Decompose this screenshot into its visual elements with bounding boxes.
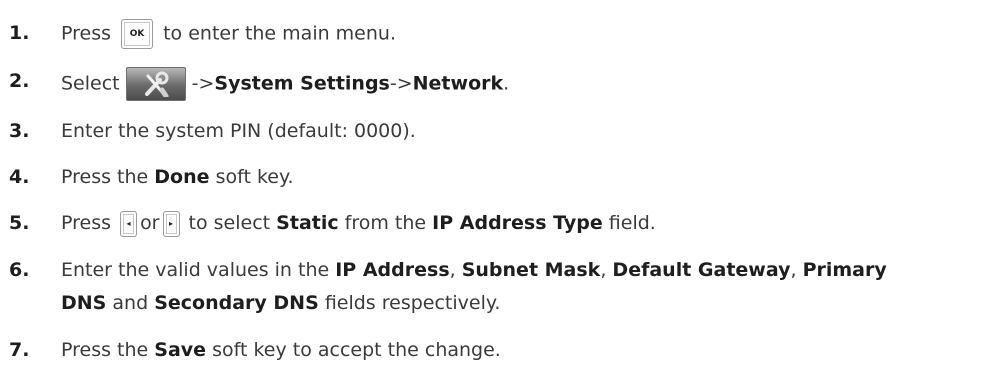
- subnet-mask-field-label: Subnet Mask: [461, 259, 601, 281]
- step-text: Press the: [61, 339, 149, 361]
- ip-address-field-label: IP Address: [335, 259, 450, 281]
- step-text: Press: [61, 22, 112, 45]
- step-text: Press the: [61, 166, 149, 188]
- ok-key-icon: OK: [121, 19, 154, 49]
- save-soft-key-label: Save: [154, 339, 207, 361]
- step-text: soft key to accept the change.: [212, 339, 501, 361]
- static-option-label: Static: [276, 212, 339, 234]
- left-arrow-key-icon: ◂: [120, 210, 138, 237]
- step-text: from the: [344, 212, 427, 234]
- step-text: Enter the system PIN (default: 0000).: [61, 120, 416, 142]
- secondary-dns-field-label: Secondary DNS: [154, 292, 319, 314]
- step-text: to select: [188, 212, 271, 234]
- menu-path-system-settings: System Settings: [214, 72, 390, 95]
- ip-address-type-field-label: IP Address Type: [432, 212, 603, 234]
- menu-path-network: Network: [412, 72, 504, 95]
- step-text: Enter the valid values in the: [61, 259, 330, 281]
- step-number: 4.: [9, 166, 30, 188]
- step-text: field.: [608, 212, 656, 234]
- step-text: to enter the main menu.: [163, 22, 396, 45]
- primary-dns-field-label-part2: DNS: [61, 292, 107, 314]
- step-text: or: [140, 212, 160, 234]
- punctuation: ,: [449, 259, 456, 281]
- primary-dns-field-label-part1: Primary: [802, 259, 887, 281]
- step-number: 6.: [9, 259, 30, 281]
- settings-wrench-screwdriver-icon: [125, 67, 186, 101]
- step-number: 3.: [9, 120, 30, 142]
- step-text: and: [112, 292, 149, 314]
- default-gateway-field-label: Default Gateway: [612, 259, 791, 281]
- step-text: fields respectively.: [324, 292, 501, 314]
- step-number: 2.: [9, 70, 30, 92]
- arrow-text: ->: [389, 72, 413, 95]
- punctuation: ,: [790, 259, 797, 281]
- step-text: soft key.: [215, 166, 294, 188]
- punctuation: .: [503, 72, 510, 95]
- step-text: Select: [61, 72, 120, 95]
- step-number: 1.: [9, 22, 30, 44]
- punctuation: ,: [600, 259, 607, 281]
- step-number: 7.: [9, 339, 30, 361]
- done-soft-key-label: Done: [154, 166, 210, 188]
- instruction-list: 1. Press OK to enter the main menu. 2. S…: [0, 0, 991, 380]
- step-text: Press: [61, 212, 112, 234]
- arrow-text: ->: [191, 72, 215, 95]
- right-arrow-key-icon: ▸: [162, 210, 180, 237]
- step-number: 5.: [9, 212, 30, 234]
